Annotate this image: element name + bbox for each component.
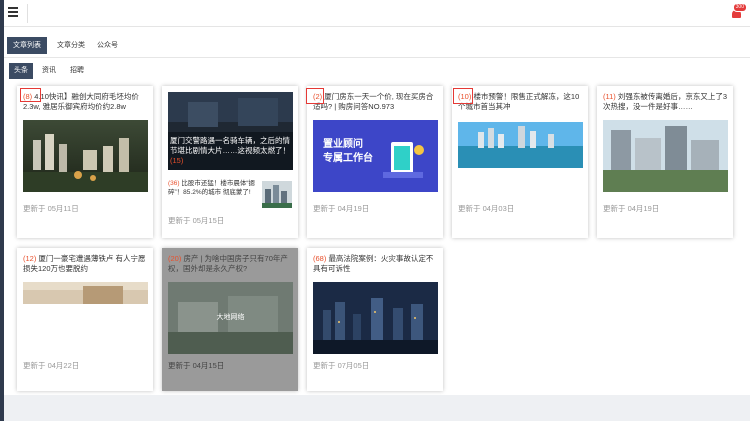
article-card[interactable]: 厦门交警路遇一名骑车辆，之后的情节堪比剧情大片……这视频太燃了！ (15) (3… [162, 86, 298, 238]
article-card[interactable]: (11) 刘强东被传离婚后，京东又上了3次热搜，没一件是好事…… 更新于 04月… [597, 86, 733, 238]
view-count: (11) [603, 92, 616, 101]
main-tabs: 文章列表 文章分类 公众号 [4, 27, 750, 58]
banner-text: 置业顾问 专属工作台 [323, 139, 373, 164]
card-thumbnail [23, 120, 148, 192]
divider [27, 4, 28, 23]
menu-icon[interactable] [8, 7, 20, 19]
card-title: (20) 房产 | 为啥中国房子只有70年产权，国外却是永久产权? [168, 254, 288, 273]
card-updated-date: 更新于 04月03日 [458, 204, 515, 213]
card-thumbnail: 大地网络 [168, 282, 293, 354]
watermark-text: 大地网络 [216, 314, 245, 321]
article-card[interactable]: (2) 厦门房东一天一个价, 现在买房合适吗? | 购房问答NO.973 置业顾… [307, 86, 443, 238]
card-updated-date: 更新于 04月15日 [168, 361, 225, 370]
card-updated-date: 更新于 04月19日 [313, 204, 370, 213]
card-updated-date: 更新于 04月22日 [23, 361, 80, 370]
card-thumbnail: 置业顾问 专属工作台 [313, 120, 438, 192]
card-title: (2) 厦门房东一天一个价, 现在买房合适吗? | 购房问答NO.973 [313, 92, 434, 111]
view-count: (68) [313, 254, 327, 263]
card-updated-date: 更新于 04月19日 [603, 204, 660, 213]
tab-article-category[interactable]: 文章分类 [51, 37, 91, 54]
article-grid: (8) 4.10快讯】融创大同府毛坯均价2.3w, 雅居乐御宾府均价约2.8w … [4, 83, 750, 395]
article-card[interactable]: (68) 最高法院案例：火灾事故认定不具有可诉性 更新于 07月05日 [307, 248, 443, 391]
sub-tabs: 头条 资讯 招聘 [4, 58, 750, 83]
featured-headline: 厦门交警路遇一名骑车辆，之后的情节堪比剧情大片……这视频太燃了！ (15) [170, 136, 290, 165]
card-updated-date: 更新于 05月15日 [168, 216, 225, 225]
card-thumbnail [313, 282, 438, 354]
highlight-box [306, 88, 324, 104]
article-card[interactable]: (20) 房产 | 为啥中国房子只有70年产权，国外却是永久产权? 大地网络 更… [162, 248, 298, 391]
subtab-jobs[interactable]: 招聘 [65, 63, 89, 79]
card-thumbnail [458, 122, 583, 168]
card-title: (68) 最高法院案例：火灾事故认定不具有可诉性 [313, 254, 434, 273]
tab-official-account[interactable]: 公众号 [91, 37, 124, 54]
bell-icon[interactable]: 300 [732, 3, 747, 18]
top-bar: 300 [4, 0, 750, 27]
card-title: (8) 4.10快讯】融创大同府毛坯均价2.3w, 雅居乐御宾府均价约2.8w [23, 92, 139, 111]
view-count: (20) [168, 254, 182, 263]
subtab-news[interactable]: 资讯 [37, 63, 61, 79]
footer-area [4, 395, 750, 421]
article-card[interactable]: (12) 厦门一豪宅遭遇薄铁卢 有人宁愿损失120万也要脱约 更新于 04月22… [17, 248, 153, 391]
card-title: (12) 厦门一豪宅遭遇薄铁卢 有人宁愿损失120万也要脱约 [23, 254, 146, 273]
notification-badge: 300 [732, 3, 747, 12]
view-count: (36) [168, 180, 180, 187]
card-title: (10) 楼市预警！限售正式解冻，这10个城市首当其冲 [458, 92, 580, 111]
view-count: (12) [23, 254, 37, 263]
card-updated-date: 更新于 05月11日 [23, 204, 79, 213]
card-thumbnail [603, 120, 728, 192]
article-card[interactable]: (8) 4.10快讯】融创大同府毛坯均价2.3w, 雅居乐御宾府均价约2.8w … [17, 86, 153, 238]
secondary-headline[interactable]: (36) 比股市还猛！楼市晨体“摁碎”！85.2%的城市 彻底蒙了! [168, 179, 256, 197]
secondary-thumbnail [262, 181, 292, 208]
highlight-box [20, 88, 41, 102]
highlight-box [453, 88, 473, 104]
subtab-headlines[interactable]: 头条 [9, 63, 33, 79]
card-updated-date: 更新于 07月05日 [313, 361, 370, 370]
tab-article-list[interactable]: 文章列表 [7, 37, 47, 54]
card-thumbnail: 厦门交警路遇一名骑车辆，之后的情节堪比剧情大片……这视频太燃了！ (15) [168, 92, 293, 170]
card-title: (11) 刘强东被传离婚后，京东又上了3次热搜，没一件是好事…… [603, 92, 728, 111]
card-thumbnail [23, 282, 148, 304]
article-card[interactable]: (10) 楼市预警！限售正式解冻，这10个城市首当其冲 更新于 04月03日 [452, 86, 588, 238]
view-count: (15) [170, 156, 184, 165]
